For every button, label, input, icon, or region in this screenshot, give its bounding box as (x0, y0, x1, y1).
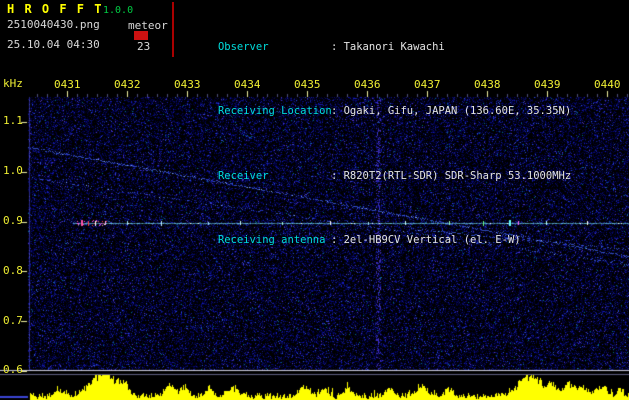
time-tick-label: 0432 (114, 78, 141, 91)
info-value: : Takanori Kawachi (330, 40, 445, 53)
app-version: 1.0.0 (103, 5, 134, 16)
freq-tick-label: 1.1 (3, 114, 23, 127)
filename: 2510040430.png (7, 18, 100, 31)
time-tick-label: 0438 (474, 78, 501, 91)
datetime: 25.10.04 04:30 (7, 38, 100, 51)
time-tick-label: 0431 (54, 78, 81, 91)
time-tick-label: 0435 (294, 78, 321, 91)
info-label: Receiver (217, 169, 269, 182)
time-tick-label: 0437 (414, 78, 441, 91)
freq-tick-label: 1.0 (3, 164, 23, 177)
freq-tick-label: 0.6 (3, 363, 23, 376)
info-row-observer: Observer : Takanori Kawachi (180, 27, 571, 68)
info-value: : Ogaki, Gifu, JAPAN (136.60E, 35.35N) (330, 105, 572, 117)
info-row-antenna: Receiving antenna : 2el-HB9CV Vertical (e… (180, 221, 571, 262)
time-tick-label: 0436 (354, 78, 381, 91)
echo-count: 23 (137, 40, 151, 53)
freq-tick-label: 0.7 (3, 314, 23, 327)
header-divider (172, 2, 174, 57)
meteor-indicator-icon (134, 31, 148, 40)
freq-tick-label: 0.9 (3, 214, 23, 227)
time-tick-label: 0440 (594, 78, 621, 91)
info-row-location: Receiving Location: Ogaki, Gifu, JAPAN (… (180, 92, 571, 133)
app-title: H R O F F T (7, 2, 103, 16)
hrofft-output-image: H R O F F T 1.0.0 2510040430.png meteor … (0, 0, 629, 400)
time-tick-label: 0439 (534, 78, 561, 91)
info-label: Receiving antenna (217, 234, 326, 246)
observer-info: Observer : Takanori Kawachi Receiving Loc… (180, 3, 571, 285)
info-label: Observer (217, 40, 269, 53)
info-value: : 2el-HB9CV Vertical (el. E-W) (330, 234, 521, 246)
freq-tick-label: 0.8 (3, 264, 23, 277)
time-tick-label: 0433 (174, 78, 201, 91)
info-label: Receiving Location (217, 105, 332, 117)
info-value: : R820T2(RTL-SDR) SDR-Sharp 53.1000MHz (330, 169, 572, 182)
freq-axis-unit: kHz (3, 77, 23, 90)
info-row-receiver: Receiver : R820T2(RTL-SDR) SDR-Sharp 53.1… (180, 156, 571, 197)
time-tick-label: 0434 (234, 78, 261, 91)
